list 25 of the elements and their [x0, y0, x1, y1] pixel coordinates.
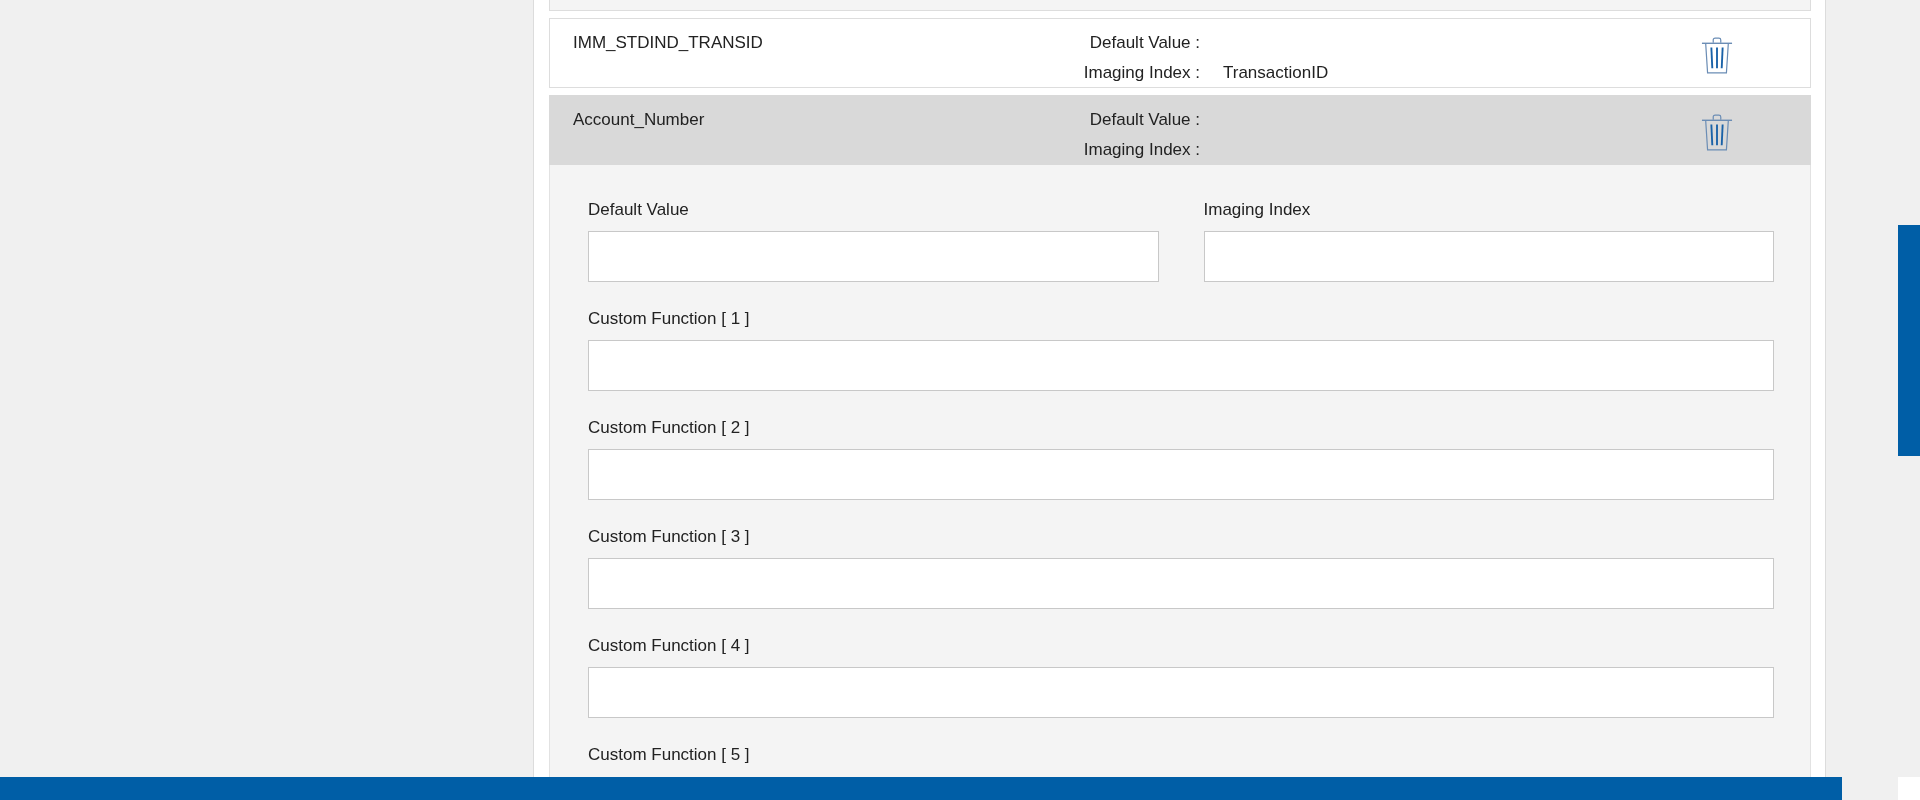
field-label: Custom Function [ 5 ]: [588, 744, 751, 766]
default-value-label: Default Value :: [1089, 110, 1200, 129]
input-field[interactable]: [1203, 231, 1774, 282]
input-field[interactable]: [588, 558, 1774, 609]
field-label: Custom Function [ 2 ]: [588, 417, 751, 439]
field-label: Default Value: [588, 199, 690, 221]
mapping-row[interactable]: Account_Number Default Value : Imaging Index :: [549, 95, 1811, 165]
mapping-row[interactable]: IMM_STDIND_TRANSID Default Value : Imaging Index : TransactionID: [549, 18, 1811, 88]
default-value-label: Default Value :: [1089, 33, 1200, 52]
imaging-index-label: Imaging Index :: [1083, 140, 1200, 159]
field-name: IMM_STDIND_TRANSID: [573, 33, 763, 52]
trash-icon[interactable]: [1701, 113, 1733, 153]
field-label: Custom Function [ 4 ]: [588, 635, 751, 657]
field-name: Account_Number: [573, 110, 705, 129]
field-label: Custom Function [ 1 ]: [588, 308, 751, 330]
input-field[interactable]: [588, 340, 1774, 391]
imaging-index-value: TransactionID: [1223, 63, 1329, 82]
field-label: Custom Function [ 3 ]: [588, 526, 751, 548]
input-field[interactable]: [588, 231, 1159, 282]
input-field[interactable]: [588, 667, 1774, 718]
field-label: Imaging Index: [1203, 199, 1312, 221]
imaging-index-label: Imaging Index :: [1083, 63, 1200, 82]
input-field[interactable]: [588, 449, 1774, 500]
trash-icon[interactable]: [1701, 36, 1733, 76]
side-tab[interactable]: [1898, 225, 1920, 456]
